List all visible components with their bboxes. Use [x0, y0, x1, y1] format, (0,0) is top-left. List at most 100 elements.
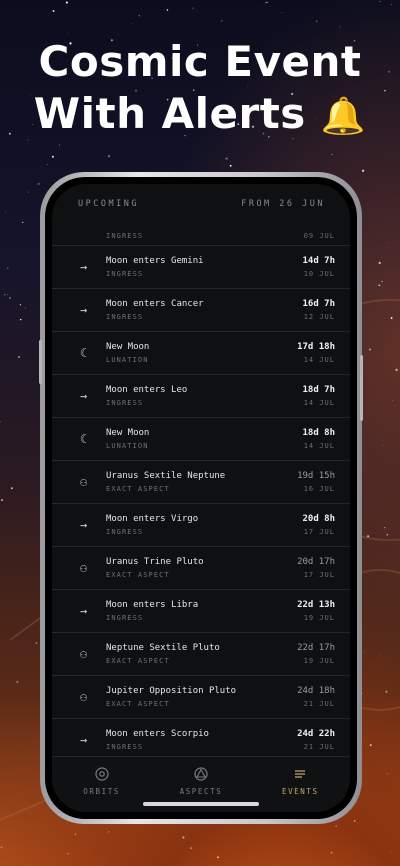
app-screen: UPCOMING FROM 26 JUN → INGRESS 09 JUL → M… [52, 184, 350, 812]
event-row[interactable]: → Moon enters Cancer INGRESS 16d 7h 12 JUL [52, 289, 350, 332]
event-type: EXACT ASPECT [106, 571, 170, 579]
event-date: 21 JUL [303, 743, 335, 751]
star [67, 852, 69, 855]
star [117, 864, 119, 866]
event-name: Moon enters Libra [106, 600, 199, 610]
tab-events[interactable]: EVENTS [255, 765, 345, 812]
event-row[interactable]: → Moon enters Leo INGRESS 18d 7h 14 JUL [52, 375, 350, 418]
star [51, 155, 54, 158]
event-name: Uranus Trine Pluto [106, 557, 204, 567]
star [138, 15, 140, 17]
star [389, 153, 391, 155]
star [67, 32, 68, 33]
star [281, 12, 283, 14]
event-date: 14 JUL [303, 356, 335, 364]
arrow-right-icon: → [80, 303, 88, 317]
event-countdown: 19d 15h [297, 471, 335, 481]
star [65, 1, 68, 4]
tab-orbits-label: ORBITS [83, 787, 120, 796]
star [265, 1, 267, 4]
star [261, 6, 263, 8]
event-row[interactable]: → Moon enters Virgo INGRESS 20d 8h 17 JUL [52, 504, 350, 547]
star [108, 831, 110, 833]
event-date: 14 JUL [303, 442, 335, 450]
event-type: INGRESS [106, 270, 144, 278]
event-date: 19 JUL [303, 657, 335, 665]
headline-line-2: With Alerts 🔔 [0, 88, 400, 143]
event-type: INGRESS [106, 313, 144, 321]
event-type: INGRESS [106, 399, 144, 407]
star [3, 293, 6, 296]
phone-mockup: UPCOMING FROM 26 JUN → INGRESS 09 JUL → M… [40, 172, 362, 824]
aspects-icon [194, 765, 208, 783]
aspect-icon: ⚇ [80, 647, 88, 661]
event-row[interactable]: → Moon enters Libra INGRESS 22d 13h 19 JUL [52, 590, 350, 633]
arrow-right-icon: → [80, 604, 88, 618]
star [369, 744, 372, 747]
event-countdown: 16d 7h [302, 299, 335, 309]
event-countdown: 20d 17h [297, 557, 335, 567]
star [46, 163, 48, 166]
star [379, 1, 381, 3]
event-name: Moon enters Leo [106, 385, 188, 395]
event-countdown: 14d 7h [302, 256, 335, 266]
star [315, 20, 318, 23]
star [19, 304, 22, 306]
event-row[interactable]: ☾ New Moon LUNATION 18d 8h 14 JUL [52, 418, 350, 461]
event-name: Neptune Sextile Pluto [106, 643, 220, 653]
event-name: Moon enters Virgo [106, 514, 199, 524]
event-type: EXACT ASPECT [106, 657, 170, 665]
event-type: LUNATION [106, 442, 149, 450]
aspect-icon: ⚇ [80, 690, 88, 704]
star [363, 651, 365, 653]
event-countdown: 24d 22h [297, 729, 335, 739]
star [391, 4, 392, 5]
event-countdown: 22d 13h [297, 600, 335, 610]
star [384, 527, 386, 529]
event-date: 10 JUL [303, 270, 335, 278]
star [28, 191, 29, 193]
event-type: LUNATION [106, 356, 149, 364]
orbits-icon [95, 765, 109, 783]
event-row[interactable]: ⚇ Neptune Sextile Pluto EXACT ASPECT 22d 17… [52, 633, 350, 676]
event-row[interactable]: ☾ New Moon LUNATION 17d 18h 14 JUL [52, 332, 350, 375]
event-name: Moon enters Cancer [106, 299, 204, 309]
partial-event-row[interactable]: → INGRESS 09 JUL [52, 224, 350, 246]
event-row[interactable]: ⚇ Uranus Trine Pluto EXACT ASPECT 20d 17h 17… [52, 547, 350, 590]
arrow-right-icon: → [80, 389, 88, 403]
event-list[interactable]: → INGRESS 09 JUL → Moon enters Gemini INGR… [52, 224, 350, 766]
star [388, 246, 390, 248]
star [30, 762, 32, 764]
event-type: EXACT ASPECT [106, 700, 170, 708]
event-row[interactable]: → Moon enters Gemini INGRESS 14d 7h 10 JUL [52, 246, 350, 289]
event-name: New Moon [106, 428, 150, 438]
star [107, 155, 111, 158]
star [267, 2, 269, 3]
home-indicator[interactable] [143, 802, 259, 806]
star [6, 267, 9, 270]
event-row[interactable]: ⚇ Jupiter Opposition Pluto EXACT ASPECT 24d… [52, 676, 350, 719]
star [21, 221, 24, 224]
moon-icon: ☾ [80, 432, 88, 446]
star [52, 10, 55, 12]
tab-events-label: EVENTS [281, 787, 319, 796]
event-type: INGRESS [106, 232, 144, 240]
star [192, 7, 194, 9]
star [367, 535, 370, 538]
event-countdown: 20d 8h [302, 514, 335, 524]
event-name: New Moon [106, 342, 150, 352]
star [335, 825, 337, 827]
star [368, 348, 371, 351]
star [386, 773, 388, 775]
star [330, 851, 333, 854]
event-date: 14 JUL [303, 399, 335, 407]
star [390, 851, 392, 853]
event-row[interactable]: ⚇ Uranus Sextile Neptune EXACT ASPECT 19d 1… [52, 461, 350, 504]
arrow-right-icon: → [80, 733, 88, 747]
event-type: INGRESS [106, 743, 144, 751]
aspect-icon: ⚇ [80, 475, 88, 489]
tab-orbits[interactable]: ORBITS [57, 765, 147, 812]
star [35, 642, 38, 645]
event-date: 17 JUL [303, 571, 335, 579]
star [37, 182, 40, 185]
